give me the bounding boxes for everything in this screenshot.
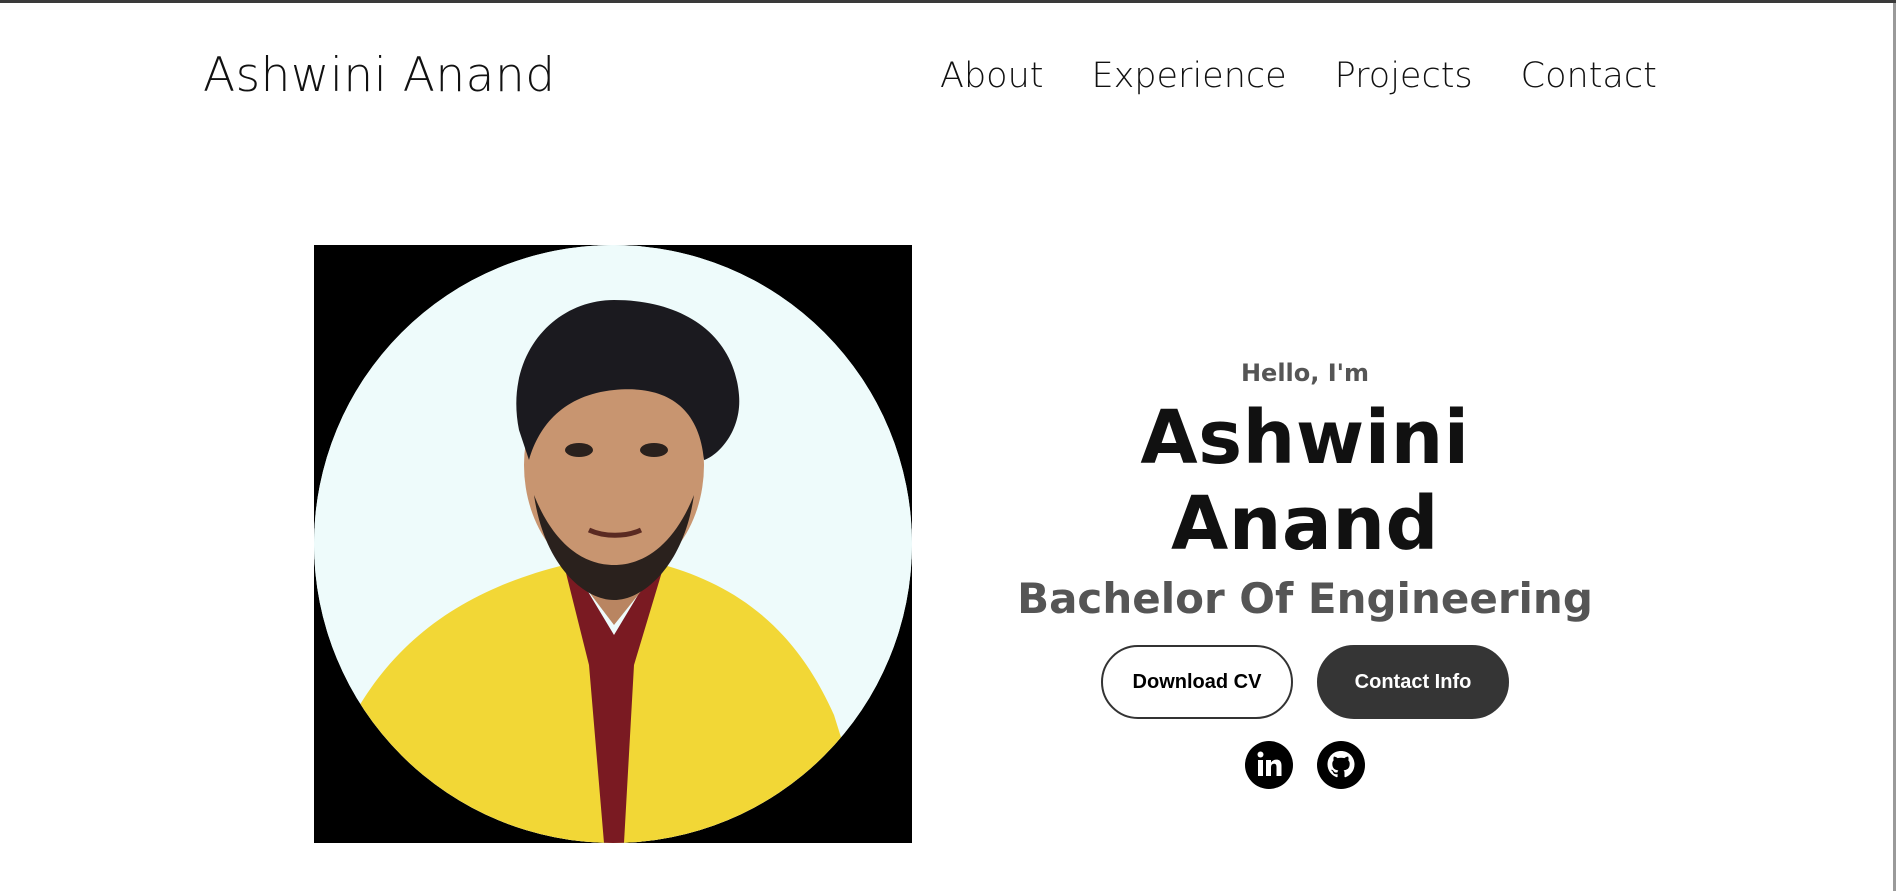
hero-buttons: Download CV Contact Info bbox=[1000, 645, 1610, 719]
nav-experience[interactable]: Experience bbox=[1091, 56, 1286, 96]
main-nav: About Experience Projects Contact bbox=[940, 56, 1657, 96]
nav-contact[interactable]: Contact bbox=[1521, 56, 1657, 96]
hero-section: Hello, I'm Ashwini Anand Bachelor Of Eng… bbox=[1000, 355, 1610, 789]
nav-projects[interactable]: Projects bbox=[1335, 56, 1473, 96]
profile-portrait-illustration bbox=[314, 245, 912, 843]
top-border bbox=[0, 0, 1896, 3]
github-icon[interactable] bbox=[1317, 741, 1365, 789]
profile-photo bbox=[314, 245, 912, 843]
site-logo[interactable]: Ashwini Anand bbox=[203, 48, 556, 103]
greeting-text: Hello, I'm bbox=[1240, 359, 1370, 387]
profile-photo-circle bbox=[314, 245, 912, 843]
download-cv-button[interactable]: Download CV bbox=[1101, 645, 1293, 719]
hero-title: Bachelor Of Engineering bbox=[1017, 574, 1593, 623]
social-links bbox=[1000, 741, 1610, 789]
contact-info-button[interactable]: Contact Info bbox=[1317, 645, 1509, 719]
nav-about[interactable]: About bbox=[940, 56, 1043, 96]
linkedin-icon[interactable] bbox=[1245, 741, 1293, 789]
portfolio-page: Ashwini Anand About Experience Projects … bbox=[0, 0, 1896, 891]
hero-name: Ashwini Anand bbox=[1140, 395, 1470, 567]
